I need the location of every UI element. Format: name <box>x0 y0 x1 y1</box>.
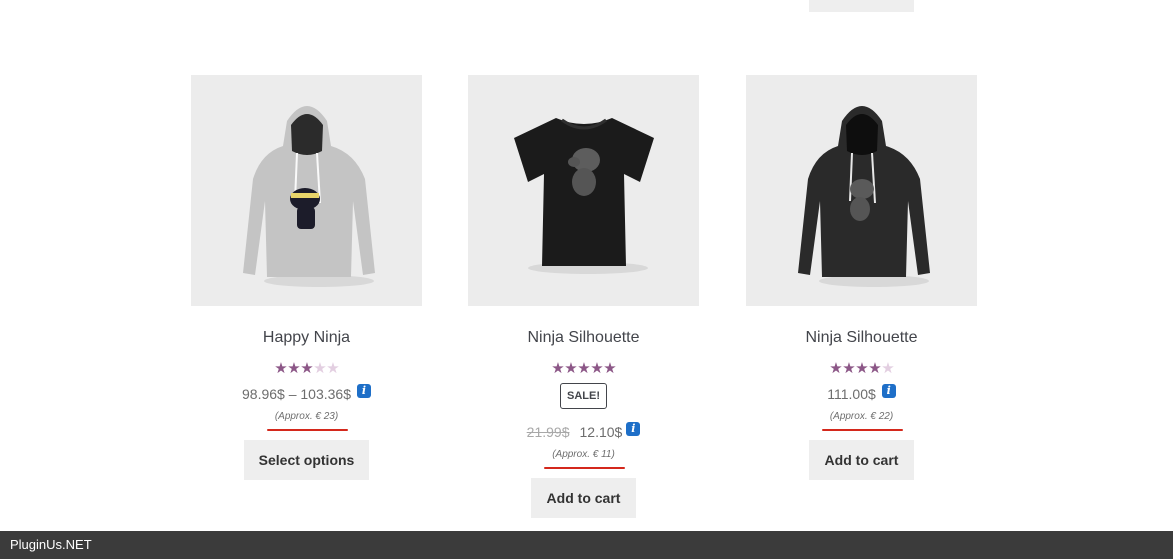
star-rating: ★★★★★ <box>468 361 699 377</box>
price: 98.96$ – 103.36$ <box>242 386 351 402</box>
star-icon: ★ <box>564 360 577 377</box>
add-to-cart-button[interactable]: Add to cart <box>531 478 636 518</box>
approx-price-text: (Approx. € 23) <box>274 411 339 422</box>
star-icon: ★ <box>829 360 842 377</box>
star-icon: ★ <box>590 360 603 377</box>
price: 12.10$ <box>579 424 623 440</box>
star-icon: ★ <box>313 360 326 377</box>
grey-hoodie-image <box>242 105 375 287</box>
product-card: Ninja Silhouette ★★★★★ SALE! 21.99$ 12.1… <box>468 75 699 518</box>
approx-price: (Approx. € 11) <box>544 448 625 469</box>
star-icon: ★ <box>287 360 300 377</box>
highlight-underline <box>266 429 349 431</box>
star-icon: ★ <box>603 360 616 377</box>
price-row: 111.00$ i <box>746 384 977 403</box>
star-icon: ★ <box>551 360 564 377</box>
approx-price: (Approx. € 23) <box>266 410 349 431</box>
highlight-underline <box>821 429 904 431</box>
info-icon[interactable]: i <box>626 422 641 436</box>
star-icon: ★ <box>868 360 881 377</box>
footer-brand: PluginUs.NET <box>10 537 92 552</box>
product-image[interactable] <box>746 75 977 306</box>
old-price: 21.99$ <box>526 424 570 440</box>
info-icon[interactable]: i <box>881 384 896 398</box>
select-options-button[interactable]: Select options <box>244 440 369 480</box>
price-row: 21.99$ 12.10$ i <box>468 422 699 441</box>
add-to-cart-button[interactable]: Add to cart <box>809 440 914 480</box>
info-icon[interactable]: i <box>357 384 371 398</box>
star-icon: ★ <box>577 360 590 377</box>
product-image[interactable] <box>468 75 699 306</box>
star-rating: ★★★★★ <box>746 361 977 377</box>
star-icon: ★ <box>855 360 868 377</box>
star-icon: ★ <box>842 360 855 377</box>
star-rating: ★★★★★ <box>191 361 422 377</box>
product-card: Ninja Silhouette ★★★★★ 111.00$ i (Approx… <box>746 75 977 480</box>
black-hoodie-image <box>797 105 930 287</box>
price-row: 98.96$ – 103.36$ i <box>191 384 422 403</box>
approx-price-text: (Approx. € 11) <box>552 449 615 460</box>
star-icon: ★ <box>881 360 894 377</box>
sale-badge: SALE! <box>560 383 607 409</box>
highlight-underline <box>544 467 625 469</box>
approx-price: (Approx. € 22) <box>821 410 904 431</box>
product-image[interactable] <box>191 75 422 306</box>
product-title[interactable]: Happy Ninja <box>191 327 422 349</box>
star-icon: ★ <box>326 360 339 377</box>
product-card: Happy Ninja ★★★★★ 98.96$ – 103.36$ i (Ap… <box>191 75 422 480</box>
footer-bar: PluginUs.NET <box>0 531 1173 559</box>
black-tshirt-image <box>513 117 654 274</box>
previous-row-button-stub[interactable] <box>809 0 914 12</box>
approx-price-text: (Approx. € 22) <box>829 411 894 422</box>
star-icon: ★ <box>274 360 287 377</box>
star-icon: ★ <box>300 360 313 377</box>
price: 111.00$ <box>827 386 876 402</box>
product-title[interactable]: Ninja Silhouette <box>468 327 699 349</box>
product-title[interactable]: Ninja Silhouette <box>746 327 977 349</box>
